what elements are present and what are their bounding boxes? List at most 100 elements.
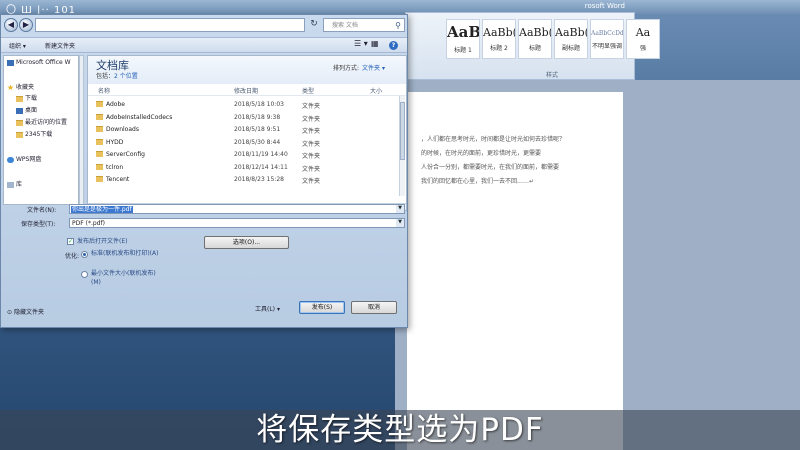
document-page[interactable]: ，人们都在思考时光，时间都是让时光如何去珍惜呢？ 的时候，在时光的面前，更珍惜时光… <box>407 92 623 450</box>
filetype-select[interactable]: PDF (*.pdf) ▼ <box>69 218 405 228</box>
locations-link[interactable]: 2 个位置 <box>114 73 138 80</box>
chevron-down-icon[interactable]: ▼ <box>396 219 404 227</box>
folder-icon <box>96 101 103 107</box>
video-subtitle: 将保存类型选为PDF <box>256 412 544 448</box>
nav-item-libraries[interactable]: 库 <box>7 179 22 188</box>
folder-icon <box>96 138 103 145</box>
search-input[interactable]: 搜索 文档 ⚲ <box>323 18 405 32</box>
file-row[interactable]: AdobeInstalledCodecs 2018/5/18 9:38 文件夹 <box>88 112 394 124</box>
nav-item-downloads[interactable]: 下载 <box>16 93 37 102</box>
file-date: 2018/12/14 14:11 <box>234 163 288 171</box>
column-type[interactable]: 类型 <box>302 86 314 95</box>
filename-label: 文件名(N): <box>27 207 57 214</box>
file-type: 文件夹 <box>302 128 321 135</box>
tools-dropdown[interactable]: 工具(L) ▾ <box>255 304 280 313</box>
folder-icon <box>96 113 103 120</box>
scroll-thumb[interactable] <box>400 102 405 160</box>
filetype-value: PDF (*.pdf) <box>72 220 105 227</box>
publish-button[interactable]: 发布(S) <box>299 301 345 314</box>
chevron-down-icon[interactable]: ▼ <box>396 205 404 213</box>
style-label: 不明显强调 <box>591 43 622 50</box>
library-header: 文档库 包括：2 个位置 排列方式: 文件夹 ▾ <box>88 56 406 84</box>
nav-item-2345[interactable]: 2345下载 <box>16 129 52 138</box>
folder-icon <box>96 163 103 170</box>
styles-group-label: 样式 <box>546 72 559 79</box>
file-row[interactable]: Adobe 2018/5/18 10:03 文件夹 <box>88 99 394 111</box>
file-name: tclron <box>106 163 124 171</box>
options-button[interactable]: 选项(O)... <box>204 236 289 249</box>
column-name[interactable]: 名称 <box>98 86 110 95</box>
file-name: Downloads <box>106 126 139 133</box>
file-type: 文件夹 <box>302 178 321 185</box>
download-folder-icon <box>16 95 23 102</box>
save-as-dialog: ◀ ▶ ↻ 搜索 文档 ⚲ 组织 ▾ 新建文件夹 ☰ ▾ ▦ ? Microsof… <box>0 14 408 328</box>
star-icon <box>7 84 14 90</box>
organize-button[interactable]: 组织 ▾ <box>9 41 26 50</box>
styles-gallery: AaBb 标题 1 AaBb(标题 2 AaBb(标题 AaBb(副标题 AaBbCcDd… <box>446 19 660 59</box>
nav-item-recent[interactable]: 最近访问的位置 <box>16 117 67 126</box>
arrange-by-dropdown[interactable]: 文件夹 ▾ <box>362 65 385 72</box>
forward-arrow-icon[interactable]: ▶ <box>19 18 33 32</box>
style-tile[interactable]: AaBb(标题 2 <box>482 19 516 59</box>
file-row[interactable]: ServerConfig 2018/11/19 14:40 文件夹 <box>88 149 394 161</box>
document-text-line: 的时候，在时光的面前，更珍惜时光，更需要 <box>421 150 542 157</box>
file-type: 文件夹 <box>302 115 321 123</box>
dialog-toolbar: 组织 ▾ 新建文件夹 ☰ ▾ ▦ ? <box>1 37 407 53</box>
file-date: 2018/5/18 9:51 <box>234 126 281 133</box>
back-arrow-icon[interactable]: ◀ <box>4 18 18 32</box>
column-date[interactable]: 修改日期 <box>234 86 258 95</box>
style-tile[interactable]: AaBbCcDd 不明显强调 <box>590 19 624 59</box>
view-options-icon[interactable]: ☰ ▾ <box>354 39 368 48</box>
address-bar[interactable] <box>35 18 305 32</box>
folder-icon <box>16 131 23 138</box>
nav-scrollbar[interactable] <box>79 55 84 205</box>
nav-item-office[interactable]: Microsoft Office W <box>7 59 71 66</box>
document-text-line: ，人们都在思考时光，时间都是让时光如何去珍惜呢？ <box>421 136 566 143</box>
file-row[interactable]: HYDD 2018/5/30 8:44 文件夹 <box>88 137 394 149</box>
style-tile[interactable]: AaBb(标题 <box>518 19 552 59</box>
nav-item-favorites[interactable]: 收藏夹 <box>7 82 34 91</box>
optimize-min-label[interactable]: 最小文件大小(联机发布)(M) <box>91 269 161 287</box>
file-row[interactable]: tclron 2018/12/14 14:11 文件夹 <box>88 162 394 174</box>
open-after-publish-checkbox[interactable]: ✓ <box>67 238 74 245</box>
new-folder-button[interactable]: 新建文件夹 <box>45 41 75 50</box>
open-after-publish-label[interactable]: 发布后打开文件(E) <box>77 237 127 246</box>
navigation-pane: Microsoft Office W 收藏夹 下载 桌面 最近访问的位置 234… <box>3 55 79 205</box>
cloud-icon <box>7 156 14 163</box>
folder-icon <box>96 151 103 157</box>
nav-item-desktop[interactable]: 桌面 <box>16 105 37 114</box>
word-title: rosoft Word <box>584 2 625 10</box>
filename-input[interactable]: 你出是是极为一件.pdf ▼ <box>69 204 405 214</box>
file-date: 2018/8/23 15:28 <box>234 176 284 183</box>
style-tile[interactable]: AaBb(副标题 <box>554 19 588 59</box>
cancel-button[interactable]: 取消 <box>351 301 397 314</box>
optimize-min-radio[interactable] <box>81 271 88 278</box>
file-type: 文件夹 <box>302 140 321 148</box>
file-name: Adobe <box>106 101 125 108</box>
arrange-by: 排列方式: 文件夹 ▾ <box>333 65 385 72</box>
hide-folders-toggle[interactable]: ⊙ 隐藏文件夹 <box>7 307 44 316</box>
help-icon[interactable]: ? <box>389 41 398 50</box>
style-tile[interactable]: AaBb 标题 1 <box>446 19 480 59</box>
folder-icon <box>96 126 103 132</box>
optimize-standard-label[interactable]: 标准(联机发布和打印)(A) <box>91 249 161 258</box>
column-header: 名称 修改日期 类型 大小 <box>88 84 406 96</box>
vertical-scrollbar[interactable] <box>399 96 405 196</box>
folder-icon <box>96 176 103 182</box>
file-name: HYDD <box>106 138 124 146</box>
ribbon: AaBb 标题 1 AaBb(标题 2 AaBb(标题 AaBb(副标题 AaBbCcDd… <box>405 12 660 80</box>
file-type: 文件夹 <box>302 103 321 110</box>
style-tile[interactable]: Aa 强 <box>626 19 660 59</box>
file-row[interactable]: Tencent 2018/8/23 15:28 文件夹 <box>88 174 394 186</box>
nav-item-wps[interactable]: WPS网盘 <box>7 154 41 163</box>
preview-pane-icon[interactable]: ▦ <box>371 39 379 48</box>
library-subtitle: 包括：2 个位置 <box>96 73 138 80</box>
file-date: 2018/5/30 8:44 <box>234 138 281 146</box>
document-text-line: 我们的回忆都在心里，我们一去不回……↵ <box>421 178 535 185</box>
column-size[interactable]: 大小 <box>370 86 382 95</box>
file-row[interactable]: Downloads 2018/5/18 9:51 文件夹 <box>88 124 394 136</box>
filename-value: 你出是是极为一件.pdf <box>71 206 133 213</box>
optimize-standard-radio[interactable] <box>81 251 88 258</box>
refresh-icon[interactable]: ↻ <box>307 18 321 32</box>
style-preview: AaBbCcDd <box>591 30 623 37</box>
